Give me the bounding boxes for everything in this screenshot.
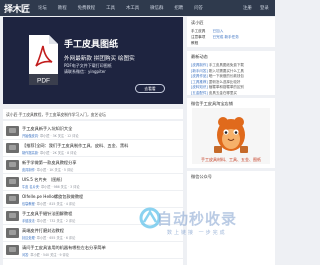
shop-promo-image[interactable]: 手工皮具材料、工具、五金、图纸 xyxy=(192,108,270,164)
article-category[interactable]: 制作提高篇 xyxy=(22,151,38,155)
pdf-document-icon: PDF xyxy=(29,35,58,85)
article-title[interactable]: 请问手工皮具该用的机器有哪些左右分享简单 xyxy=(22,245,106,251)
article-meta-text: · 章小匠 · 2K 关注 · 8 评论 xyxy=(37,151,77,155)
article-meta: 手缝技法· 章小匠 · 732 关注 · 2 评论 xyxy=(22,218,75,223)
notice-text: 读小匠·手工皮具教程，手工皮革皮制作学习入门，皮艺论坛 xyxy=(6,112,106,117)
article-meta-text: · 章小匠 · 986 关注 · 3 评论 xyxy=(38,185,80,189)
article-meta-text: · 章小匠 · 540 关注 · 9 评论 xyxy=(28,253,69,257)
article-title[interactable]: 【推荐]全网：我们手工皮具制作工具、皮料、五金、黑料 xyxy=(22,143,128,149)
pdf-label: PDF xyxy=(37,78,50,85)
article-meta: 牛皮 名片夹· 章小匠 · 986 关注 · 3 评论 xyxy=(22,184,80,189)
main-nav: 论坛 教程 免费教程 工具 木工具 微信群 招聘 问答 xyxy=(38,5,214,11)
top-bar: 择木匠 论坛 教程 免费教程 工具 木工具 微信群 招聘 问答 注册 登录 xyxy=(0,0,275,16)
nav-item-tutorial[interactable]: 教程 xyxy=(58,5,67,11)
article-meta-text: · 章小匠 · 732 关注 · 2 评论 xyxy=(34,219,76,223)
nav-item-tools[interactable]: 工具 xyxy=(106,5,115,11)
article-meta-text: · 章小匠 · 3K 关注 · 12 评论 xyxy=(37,134,79,138)
wechat-panel: 微信公众号 xyxy=(187,171,275,265)
reader-row-value[interactable]: 已完成 新手任务 xyxy=(213,35,239,39)
hero-banner[interactable]: PDF 手工皮具图纸 外网最新款 拼团购买 绘图实 PDF电子文件下载打印图纸 … xyxy=(3,17,183,104)
article-meta: 封边处理· 章小匠 · 655 关注 · 6 评论 xyxy=(22,235,75,240)
reader-row-label[interactable]: 手工皮具 xyxy=(191,29,205,33)
latest-item[interactable]: [皮具制作] 手工皮具图纸免费下载 xyxy=(191,63,244,68)
reader-panel: 读小匠 手工皮具 已加入 注意事项 已完成 新手任务 教程 xyxy=(187,17,275,47)
article-category[interactable]: 封边处理 xyxy=(22,236,35,240)
article-title[interactable]: 高端皮件打磨封边教程 xyxy=(22,228,64,234)
article-category[interactable]: 手缝技法 xyxy=(22,219,35,223)
article-category[interactable]: 开始做皮具 xyxy=(22,134,38,138)
article-meta: 包袋教程· 章小匠 · 815 关注 · 4 评论 xyxy=(22,201,75,206)
latest-item[interactable]: [工具推荐] 菱斩怎么选择比较好 xyxy=(191,80,240,85)
nav-item-wechat-group[interactable]: 微信群 xyxy=(150,5,163,11)
site-logo[interactable]: 择木匠 xyxy=(4,2,30,15)
banner-view-button[interactable]: 去看看 xyxy=(135,84,165,93)
article-meta-text: · 章小匠 · 815 关注 · 4 评论 xyxy=(34,202,76,206)
latest-item[interactable]: [皮料知识] 植鞣革和铬鞣革的区别 xyxy=(191,85,244,90)
banner-title: 手工皮具图纸 xyxy=(64,40,119,50)
latest-item[interactable]: [新手问答] 刚入坑需要买什么工具 xyxy=(191,69,244,74)
article-title[interactable]: 手工皮具手缝针法图解教程 xyxy=(22,211,72,217)
list-item[interactable]: Olfelle.pe Hello螺旋包款做教程 包袋教程· 章小匠 · 815 … xyxy=(3,191,183,208)
shop-panel-header: 微信手工皮具淘宝店铺 xyxy=(191,101,233,106)
nav-item-jobs[interactable]: 招聘 xyxy=(174,5,183,11)
article-meta: 皮具制作· 章小匠 · 1K 关注 · 5 评论 xyxy=(22,167,73,172)
list-item[interactable]: 手工皮具手缝针法图解教程 手缝技法· 章小匠 · 732 关注 · 2 评论 xyxy=(3,208,183,225)
list-item[interactable]: 【推荐]全网：我们手工皮具制作工具、皮料、五金、黑料 制作提高篇· 章小匠 · … xyxy=(3,140,183,157)
article-title[interactable]: 手工皮具新手入坑知识大全 xyxy=(22,126,72,132)
list-item[interactable]: 新手学做第一款皮具教程分享 皮具制作· 章小匠 · 1K 关注 · 5 评论 xyxy=(3,157,183,174)
article-meta-text: · 章小匠 · 1K 关注 · 5 评论 xyxy=(34,168,74,172)
article-thumbnail[interactable] xyxy=(6,211,19,221)
article-thumbnail[interactable] xyxy=(6,194,19,204)
article-thumbnail[interactable] xyxy=(6,126,19,136)
list-item[interactable]: 手工皮具新手入坑知识大全 开始做皮具· 章小匠 · 3K 关注 · 12 评论 xyxy=(3,123,183,140)
site-notice: 读小匠·手工皮具教程，手工皮革皮制作学习入门，皮艺论坛 xyxy=(3,109,183,119)
nav-item-free-tutorial[interactable]: 免费教程 xyxy=(78,5,96,11)
article-meta: 制作提高篇· 章小匠 · 2K 关注 · 8 评论 xyxy=(22,150,77,155)
article-title[interactable]: 新手学做第一款皮具教程分享 xyxy=(22,160,76,166)
article-meta: 开始做皮具· 章小匠 · 3K 关注 · 12 评论 xyxy=(22,133,79,138)
reader-row-value[interactable]: 已加入 xyxy=(213,29,224,33)
reader-row-label[interactable]: 教程 xyxy=(191,41,198,45)
article-thumbnail[interactable] xyxy=(6,160,19,170)
latest-item[interactable]: [皮具作品] 晒一下我做的长款钱包 xyxy=(191,74,244,79)
article-meta-text: · 章小匠 · 655 关注 · 6 评论 xyxy=(34,236,76,240)
shop-mascot-icon: 手工皮具材料、工具、五金、图纸 xyxy=(201,117,261,162)
article-title[interactable]: UIS.5 名片夹 （图纸） xyxy=(22,177,65,183)
login-link[interactable]: 登录 xyxy=(260,5,269,11)
nav-item-forum[interactable]: 论坛 xyxy=(38,5,47,11)
reader-panel-header: 读小匠 xyxy=(191,20,204,25)
article-list: 手工皮具新手入坑知识大全 开始做皮具· 章小匠 · 3K 关注 · 12 评论 … xyxy=(3,121,183,265)
article-category[interactable]: 皮具制作 xyxy=(22,168,35,172)
wechat-panel-header: 微信公众号 xyxy=(191,174,212,179)
banner-subtitle: 外网最新款 拼团购买 绘图实 xyxy=(64,56,135,62)
list-item[interactable]: UIS.5 名片夹 （图纸） 牛皮 名片夹· 章小匠 · 986 关注 · 3 … xyxy=(3,174,183,191)
article-title[interactable]: Olfelle.pe Hello螺旋包款做教程 xyxy=(22,194,83,200)
shop-panel: 微信手工皮具淘宝店铺 手工皮具材料、工具、五金、图纸 xyxy=(187,98,275,168)
article-thumbnail[interactable] xyxy=(6,143,19,153)
article-thumbnail[interactable] xyxy=(6,177,19,187)
latest-item[interactable]: [五金配件] 皮具五金在哪里买 xyxy=(191,91,237,96)
article-category[interactable]: 包袋教程 xyxy=(22,202,35,206)
article-meta: 问答· 章小匠 · 540 关注 · 9 评论 xyxy=(22,252,69,257)
article-thumbnail[interactable] xyxy=(6,228,19,238)
reader-row-label[interactable]: 注意事项 xyxy=(191,35,205,39)
list-item[interactable]: 高端皮件打磨封边教程 封边处理· 章小匠 · 655 关注 · 6 评论 xyxy=(3,225,183,242)
banner-line-2: 请联系微信：yingpiter xyxy=(64,69,106,74)
article-thumbnail[interactable] xyxy=(6,245,19,255)
shop-caption: 手工皮具材料、工具、五金、图纸 xyxy=(201,156,261,162)
nav-item-qa[interactable]: 问答 xyxy=(194,5,203,11)
reader-row-2: 注意事项 已完成 新手任务 xyxy=(191,35,239,40)
list-item[interactable]: 请问手工皮具该用的机器有哪些左右分享简单 问答· 章小匠 · 540 关注 · … xyxy=(3,242,183,259)
nav-item-wood-tools[interactable]: 木工具 xyxy=(126,5,139,11)
reader-row-1: 手工皮具 已加入 xyxy=(191,29,223,34)
register-link[interactable]: 注册 xyxy=(243,5,252,11)
article-category[interactable]: 牛皮 名片夹 xyxy=(22,185,39,189)
reader-row-3: 教程 xyxy=(191,41,198,46)
latest-panel-header: 最新动态 xyxy=(191,54,208,59)
latest-panel: 最新动态 [皮具制作] 手工皮具图纸免费下载 [新手问答] 刚入坑需要买什么工具… xyxy=(187,51,275,95)
